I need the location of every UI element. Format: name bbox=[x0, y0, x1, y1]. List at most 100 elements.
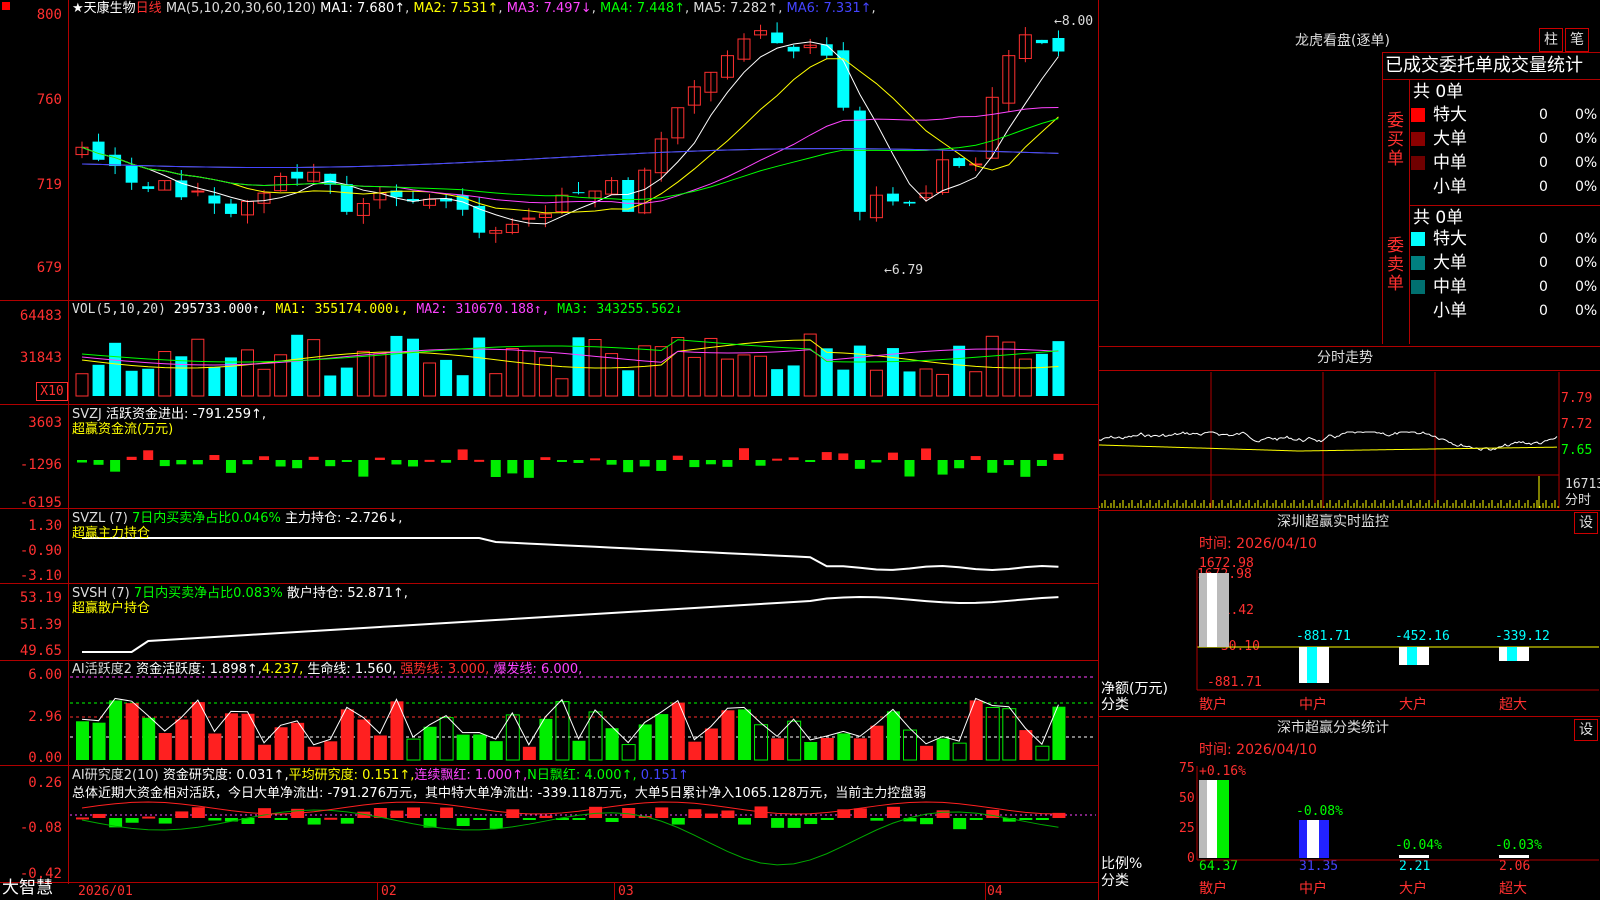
svzj-subtitle: 超赢资金流(万元) bbox=[72, 422, 174, 437]
x-tick: 03 bbox=[618, 884, 634, 899]
candle-body bbox=[953, 158, 966, 167]
research-bar bbox=[936, 810, 950, 818]
active-bar bbox=[1035, 745, 1050, 761]
vol-bar bbox=[969, 371, 983, 397]
flow-bar bbox=[1020, 460, 1031, 477]
ma-label-3: MA3: bbox=[506, 1, 540, 16]
price-tick: 760 bbox=[36, 92, 62, 108]
flow-bar bbox=[77, 460, 87, 463]
flow-bar bbox=[838, 453, 849, 460]
research-bar bbox=[920, 818, 934, 825]
ma-label-5: MA5: bbox=[693, 1, 727, 16]
research-bar bbox=[721, 810, 735, 818]
vol-bar bbox=[1052, 341, 1065, 396]
right-svg bbox=[1099, 372, 1599, 861]
vol-bar bbox=[771, 369, 784, 396]
vol-bar bbox=[936, 373, 950, 397]
research-bar bbox=[655, 807, 669, 818]
active-bar bbox=[920, 745, 934, 760]
flow-bar bbox=[192, 460, 203, 465]
research-bar bbox=[605, 818, 619, 822]
active-bar bbox=[158, 733, 172, 760]
svsh-header: SVSH (7) 7日内买卖净占比0.083% 散户持仓: 52.871↑, bbox=[72, 586, 408, 601]
vol-header: VOL(5,10,20) 295733.000↑, MA1: 355174.00… bbox=[72, 302, 683, 317]
svzj-tick: -1296 bbox=[19, 457, 62, 473]
active-bar bbox=[439, 717, 454, 761]
research-bar bbox=[1035, 818, 1049, 820]
flag-icon bbox=[2, 2, 10, 10]
vol-bar bbox=[622, 370, 635, 396]
flow-bar bbox=[705, 460, 716, 465]
candle-body bbox=[1052, 37, 1065, 52]
vol-bar bbox=[1035, 353, 1048, 396]
ma-label-1: MA1: bbox=[320, 1, 353, 16]
flow-bar bbox=[292, 460, 303, 469]
vol-bar bbox=[257, 368, 271, 397]
active-bar bbox=[903, 729, 917, 761]
ma-value-2: 7.531↑ bbox=[450, 1, 499, 16]
active-bar bbox=[357, 719, 371, 760]
flow-bar bbox=[457, 449, 468, 460]
active-bar bbox=[258, 744, 272, 760]
flow-bar bbox=[341, 460, 352, 462]
candle-body bbox=[224, 203, 237, 214]
candle-body bbox=[853, 110, 866, 212]
svzl-header: SVZL (7) 7日内买卖净占比0.046% 主力持仓: -2.726↓, bbox=[72, 511, 403, 526]
active-bar bbox=[936, 738, 950, 760]
vol-bar bbox=[324, 375, 337, 396]
candle-body bbox=[903, 201, 916, 204]
research-bar bbox=[886, 806, 900, 818]
active-bar bbox=[754, 724, 769, 761]
active-bar bbox=[870, 725, 884, 760]
research-bar bbox=[804, 818, 818, 825]
candle-body bbox=[969, 163, 983, 166]
active-bar bbox=[952, 742, 967, 761]
vol-bar bbox=[423, 362, 437, 397]
active-bar bbox=[473, 734, 487, 760]
vol-bar bbox=[505, 348, 519, 397]
minute-price-line bbox=[1099, 431, 1558, 451]
period-label[interactable]: 日线 bbox=[136, 1, 162, 16]
ma-line-3 bbox=[81, 107, 1059, 204]
candle-body bbox=[92, 141, 105, 160]
active-bar bbox=[820, 737, 834, 760]
active-bar bbox=[175, 719, 189, 760]
flow-bar bbox=[606, 460, 617, 465]
candle-body bbox=[125, 165, 138, 183]
research-bar bbox=[274, 818, 288, 820]
svzl-tick: -3.10 bbox=[19, 568, 62, 584]
main-holding-line bbox=[82, 537, 1059, 572]
ai-active-header: AI活跃度2 资金活跃度: 1.898↑,4.237, 生命线: 1.560, … bbox=[72, 662, 583, 677]
retail-holding-line bbox=[82, 596, 1059, 653]
active-bar bbox=[787, 720, 802, 761]
ma-line-6 bbox=[81, 148, 1059, 169]
flow-bar bbox=[672, 455, 683, 460]
flow-bar bbox=[805, 460, 816, 462]
flow-bar bbox=[689, 460, 700, 468]
candle-body bbox=[787, 46, 800, 52]
flow-bar bbox=[821, 452, 832, 460]
ma-label-2: MA2: bbox=[413, 1, 447, 16]
price-tick: 679 bbox=[36, 260, 62, 276]
vol-bar bbox=[886, 348, 899, 396]
research-bar bbox=[390, 810, 404, 818]
x-tick: 2026/01 bbox=[78, 884, 133, 899]
flow-bar bbox=[1036, 460, 1047, 466]
flow-bar bbox=[209, 455, 220, 460]
flow-bar bbox=[656, 460, 667, 471]
ai-research-tick: 0.26 bbox=[28, 775, 62, 791]
vol-bar bbox=[340, 367, 353, 396]
vol-bar bbox=[307, 339, 321, 397]
candle-body bbox=[886, 193, 899, 202]
flow-bar bbox=[242, 460, 253, 465]
vol-bar bbox=[737, 354, 751, 397]
vol-bar bbox=[605, 353, 619, 397]
active-bar bbox=[638, 724, 652, 760]
flow-bar bbox=[639, 460, 650, 467]
flow-bar bbox=[937, 460, 948, 475]
vol-bar bbox=[654, 346, 668, 397]
kline-area[interactable]: ★天康生物日线 MA(5,10,20,30,60,120) MA1: 7.680… bbox=[0, 0, 1099, 900]
vol-bar bbox=[356, 350, 370, 397]
vol-unit-badge[interactable]: X10 bbox=[36, 382, 68, 401]
flow-bar bbox=[474, 459, 485, 462]
